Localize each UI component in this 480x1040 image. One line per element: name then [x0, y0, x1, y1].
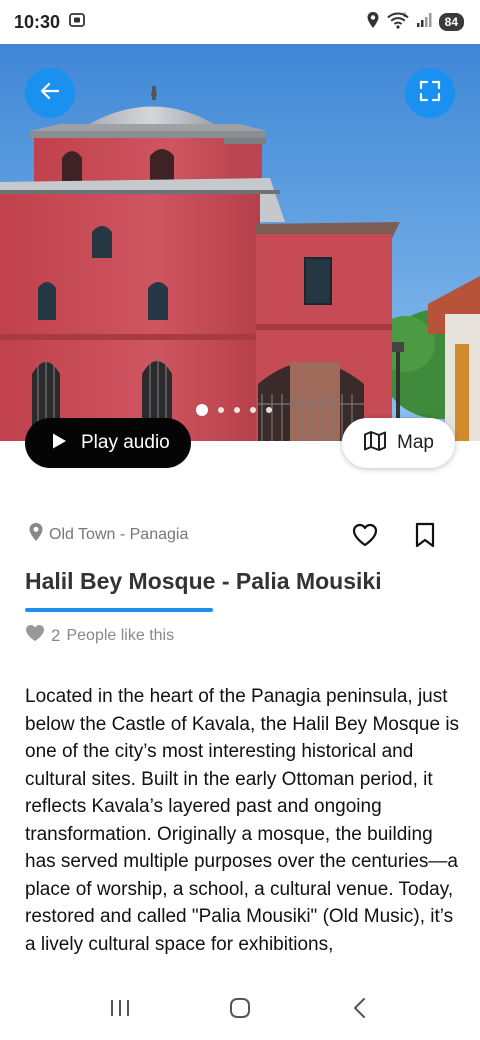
- status-right: 6 84: [366, 11, 464, 34]
- heart-filled-icon: [25, 624, 45, 647]
- pin-icon: [28, 522, 44, 547]
- wifi-icon: 6: [386, 11, 409, 34]
- likes-text: People like this: [66, 626, 175, 644]
- fullscreen-button[interactable]: [405, 68, 455, 118]
- location-text: Old Town - Panagia: [49, 525, 189, 543]
- home-icon: [228, 996, 252, 1025]
- pager-dot-2[interactable]: [218, 407, 224, 413]
- pager-dot-3[interactable]: [234, 407, 240, 413]
- recent-apps-icon: [109, 998, 131, 1023]
- pager-dot-5[interactable]: [266, 407, 272, 413]
- map-button[interactable]: Map: [342, 418, 455, 468]
- pager-dot-4[interactable]: [250, 407, 256, 413]
- map-icon: [363, 430, 387, 457]
- bookmark-button[interactable]: [413, 521, 437, 549]
- heart-outline-icon: [351, 523, 379, 553]
- back-icon: [352, 996, 368, 1025]
- screenshot-icon: [68, 11, 86, 34]
- home-button[interactable]: [220, 990, 260, 1030]
- battery-badge: 84: [438, 13, 464, 31]
- fullscreen-icon: [418, 79, 442, 108]
- likes-row: 2 People like this: [25, 624, 174, 647]
- system-nav-bar: [0, 980, 480, 1040]
- recent-apps-button[interactable]: [100, 990, 140, 1030]
- system-back-button[interactable]: [340, 990, 380, 1030]
- like-button[interactable]: [351, 521, 379, 549]
- status-time: 10:30: [14, 11, 61, 32]
- arrow-left-icon: [38, 79, 62, 108]
- image-pager[interactable]: [196, 404, 272, 416]
- status-left: 10:30: [14, 11, 86, 34]
- place-description: Located in the heart of the Panagia peni…: [25, 686, 460, 955]
- bookmark-icon: [413, 522, 437, 553]
- signal-icon: [416, 12, 432, 33]
- location-icon: [366, 11, 380, 34]
- status-bar: 10:30 6 84: [0, 0, 480, 44]
- back-button[interactable]: [25, 68, 75, 118]
- play-icon: [51, 432, 67, 455]
- place-title: Halil Bey Mosque - Palia Mousiki: [25, 568, 382, 594]
- pager-dot-1[interactable]: [196, 404, 208, 416]
- hero-image[interactable]: [0, 44, 480, 441]
- play-audio-label: Play audio: [81, 432, 170, 453]
- title-underline: [25, 608, 213, 612]
- location-row: Old Town - Panagia: [28, 522, 188, 547]
- play-audio-button[interactable]: Play audio: [25, 418, 191, 468]
- map-label: Map: [397, 432, 434, 453]
- likes-count: 2: [51, 625, 61, 645]
